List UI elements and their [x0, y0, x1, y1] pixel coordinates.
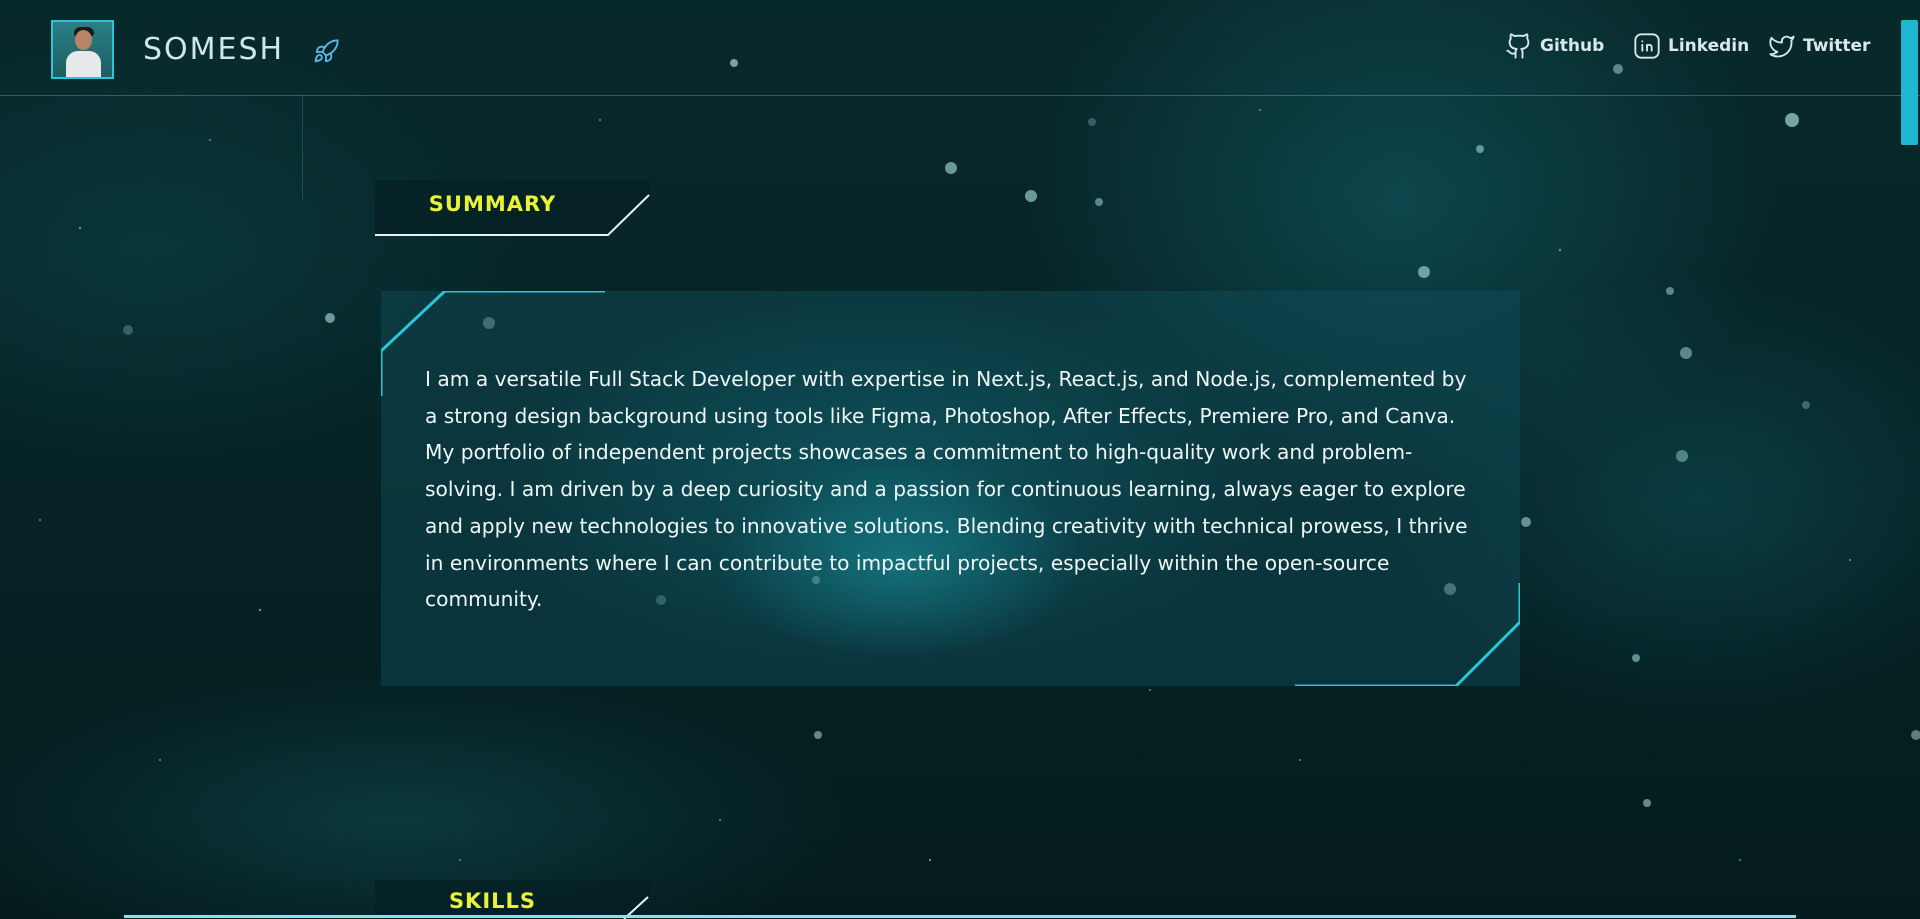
decor-line	[302, 95, 303, 200]
avatar-face	[75, 30, 92, 50]
summary-card: I am a versatile Full Stack Developer wi…	[381, 291, 1520, 686]
github-icon	[1506, 33, 1530, 59]
twitter-icon	[1769, 35, 1795, 58]
summary-heading-tab: SUMMARY	[375, 180, 650, 236]
skills-heading-tab: SKILLS	[375, 880, 650, 919]
portfolio-page: SOMESH Github Linkedin Twitter SUMMARY I…	[0, 0, 1920, 919]
linkedin-icon	[1634, 33, 1660, 59]
skills-heading: SKILLS	[448, 889, 537, 913]
linkedin-link[interactable]: Linkedin	[1633, 30, 1749, 62]
avatar-shirt	[66, 51, 101, 77]
top-nav: SOMESH Github Linkedin Twitter	[0, 0, 1920, 96]
avatar[interactable]	[51, 20, 114, 79]
summary-heading: SUMMARY	[428, 192, 557, 216]
twitter-link[interactable]: Twitter	[1768, 30, 1870, 62]
linkedin-label: Linkedin	[1668, 36, 1750, 56]
github-label: Github	[1540, 36, 1605, 56]
scrollbar-thumb[interactable]	[1901, 20, 1918, 145]
twitter-label: Twitter	[1803, 36, 1871, 56]
rocket-icon	[314, 39, 339, 63]
brand-name[interactable]: SOMESH	[143, 30, 284, 70]
github-link[interactable]: Github	[1505, 30, 1604, 62]
skills-divider	[124, 915, 1796, 918]
summary-text: I am a versatile Full Stack Developer wi…	[425, 367, 1468, 612]
